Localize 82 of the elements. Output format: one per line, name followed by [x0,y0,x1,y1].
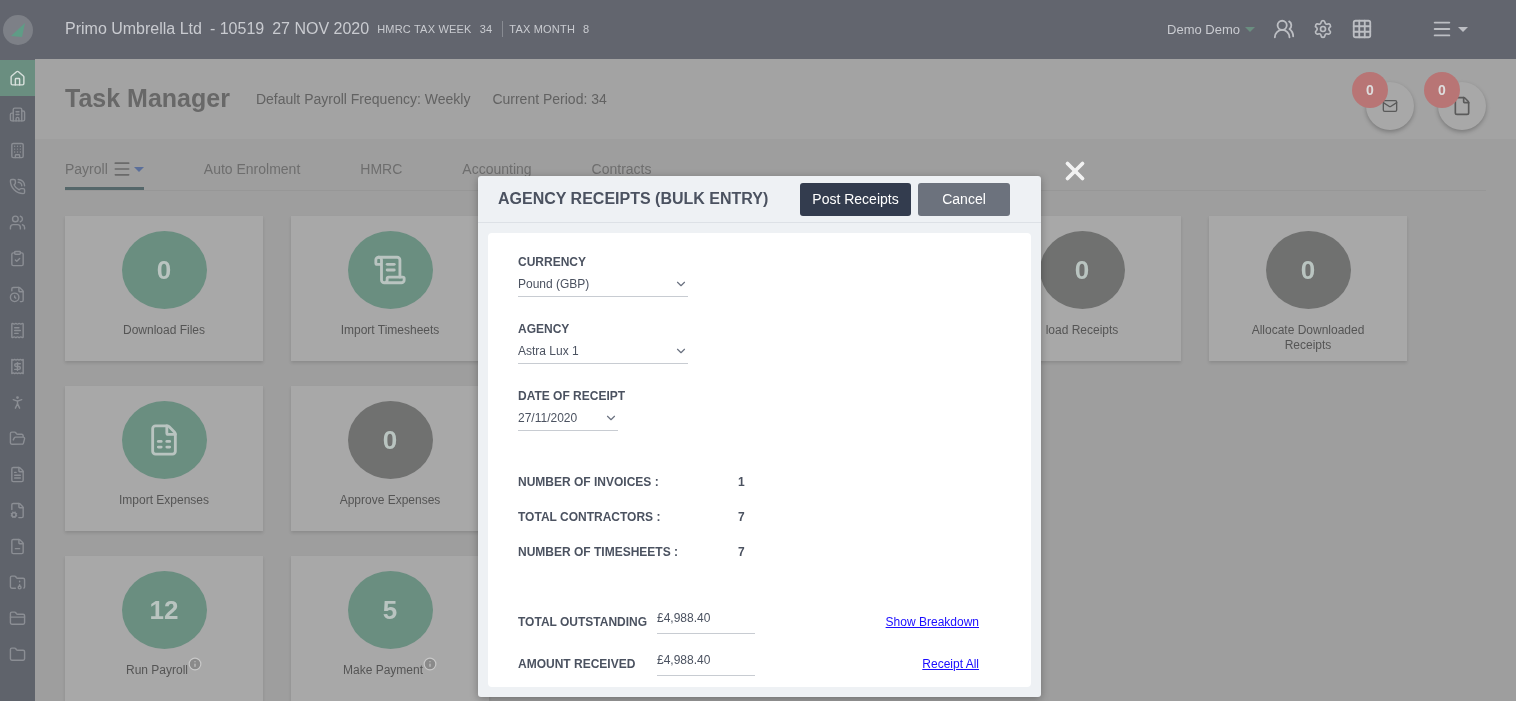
stat-value: 1 [738,474,745,489]
tile-label: Import Expenses [118,493,209,508]
tile-count: 0 [1300,254,1316,286]
document-clock-icon [9,285,26,303]
payroll-frequency: Default Payroll Frequency: Weekly [255,90,471,107]
tile-label: Import Timesheets [340,323,440,338]
team-icon[interactable] [1273,18,1295,41]
tile-label: Run Payroll [126,663,188,678]
folder-icon [9,573,26,591]
amount-label: AMOUNT RECEIVED [518,657,637,671]
task-tile[interactable]: 12 Run Payroll [65,556,263,701]
mail-icon [1382,97,1398,114]
amount-field[interactable]: £4,988.40 [657,652,755,676]
current-date: 27 NOV 2020 [272,20,370,39]
caret-icon [133,166,144,172]
tile-count: 12 [149,594,179,626]
task-tile[interactable]: Import Expenses [65,386,263,531]
page-title: Task Manager [65,84,230,114]
document-icon [9,501,26,519]
current-period: Current Period: 34 [492,90,607,107]
home-icon [9,69,26,87]
stat-label: TOTAL CONTRACTORS : [518,509,662,524]
dialog-title: AGENCY RECEIPTS (BULK ENTRY) [498,190,770,208]
tile-count: 0 [156,254,172,286]
tile-count: 0 [382,424,398,456]
folder-icon [9,645,26,663]
document-icon [1452,95,1472,116]
action-link[interactable]: Show Breakdown [885,615,979,629]
receipt-icon [9,321,26,339]
settings-icon[interactable] [1313,19,1333,40]
tile-count: 0 [1074,254,1090,286]
apps-grid-icon[interactable] [1351,18,1373,41]
amount-field[interactable]: £4,988.40 [657,610,755,634]
users-icon [9,213,26,231]
clipboard-icon [9,249,26,267]
cancel-button[interactable]: Cancel [918,182,1010,216]
stat-value: 7 [738,544,745,559]
count-badge: 0 [1352,71,1388,108]
task-tile[interactable]: 5 Make Payment [291,556,489,701]
building-icon [9,105,26,123]
count-badge: 0 [1424,71,1460,108]
folder-icon [9,429,26,447]
dropdown-field[interactable]: Astra Lux 1 [518,344,688,364]
field-label: CURRENCY [518,255,587,269]
post-receipts-button[interactable]: Post Receipts [800,182,911,216]
timesheet-icon [373,253,407,287]
stat-label: NUMBER OF INVOICES : [518,474,660,489]
task-tile[interactable]: 0 Download Files [65,216,263,361]
field-label: DATE OF RECEIPT [518,389,627,403]
task-tile[interactable]: 0 Allocate Downloaded Receipts [1209,216,1407,361]
stat-label: NUMBER OF TIMESHEETS : [518,544,679,559]
folder-icon [9,609,26,627]
caret-icon [1458,26,1468,32]
tax-month-value: 8 [583,23,590,36]
tax-week-label: HMRC TAX WEEK [377,23,472,36]
document-icon [9,537,26,555]
document-icon [9,465,26,483]
field-label: AGENCY [518,322,571,336]
receipt-icon [9,357,26,375]
stat-value: 7 [738,509,745,524]
user-menu[interactable]: Demo Demo [1167,21,1240,37]
tax-month-label: TAX MONTH [509,23,576,36]
caret-icon [1245,26,1255,32]
company-code: - 10519 [209,20,265,39]
action-link[interactable]: Receipt All [922,657,979,671]
building-icon [9,141,26,159]
company-name: Primo Umbrella Ltd [65,20,202,39]
tile-label: Allocate Downloaded Receipts [1250,323,1366,353]
amount-label: TOTAL OUTSTANDING [518,615,649,629]
info-icon[interactable] [188,657,202,671]
tile-count: 5 [382,594,398,626]
tile-label: Download Files [122,323,205,338]
phone-icon [9,177,26,195]
logo-icon[interactable] [2,15,33,45]
dropdown-field[interactable]: 27/11/2020 [518,411,618,431]
tile-label: Make Payment [342,663,423,678]
tile-label: load Receipts [1045,323,1119,338]
tile-label: Approve Expenses [339,493,441,508]
info-icon[interactable] [423,657,437,671]
tax-week-value: 34 [479,23,493,36]
dropdown-field[interactable]: Pound (GBP) [518,277,688,297]
sidebar-item[interactable] [0,60,35,96]
